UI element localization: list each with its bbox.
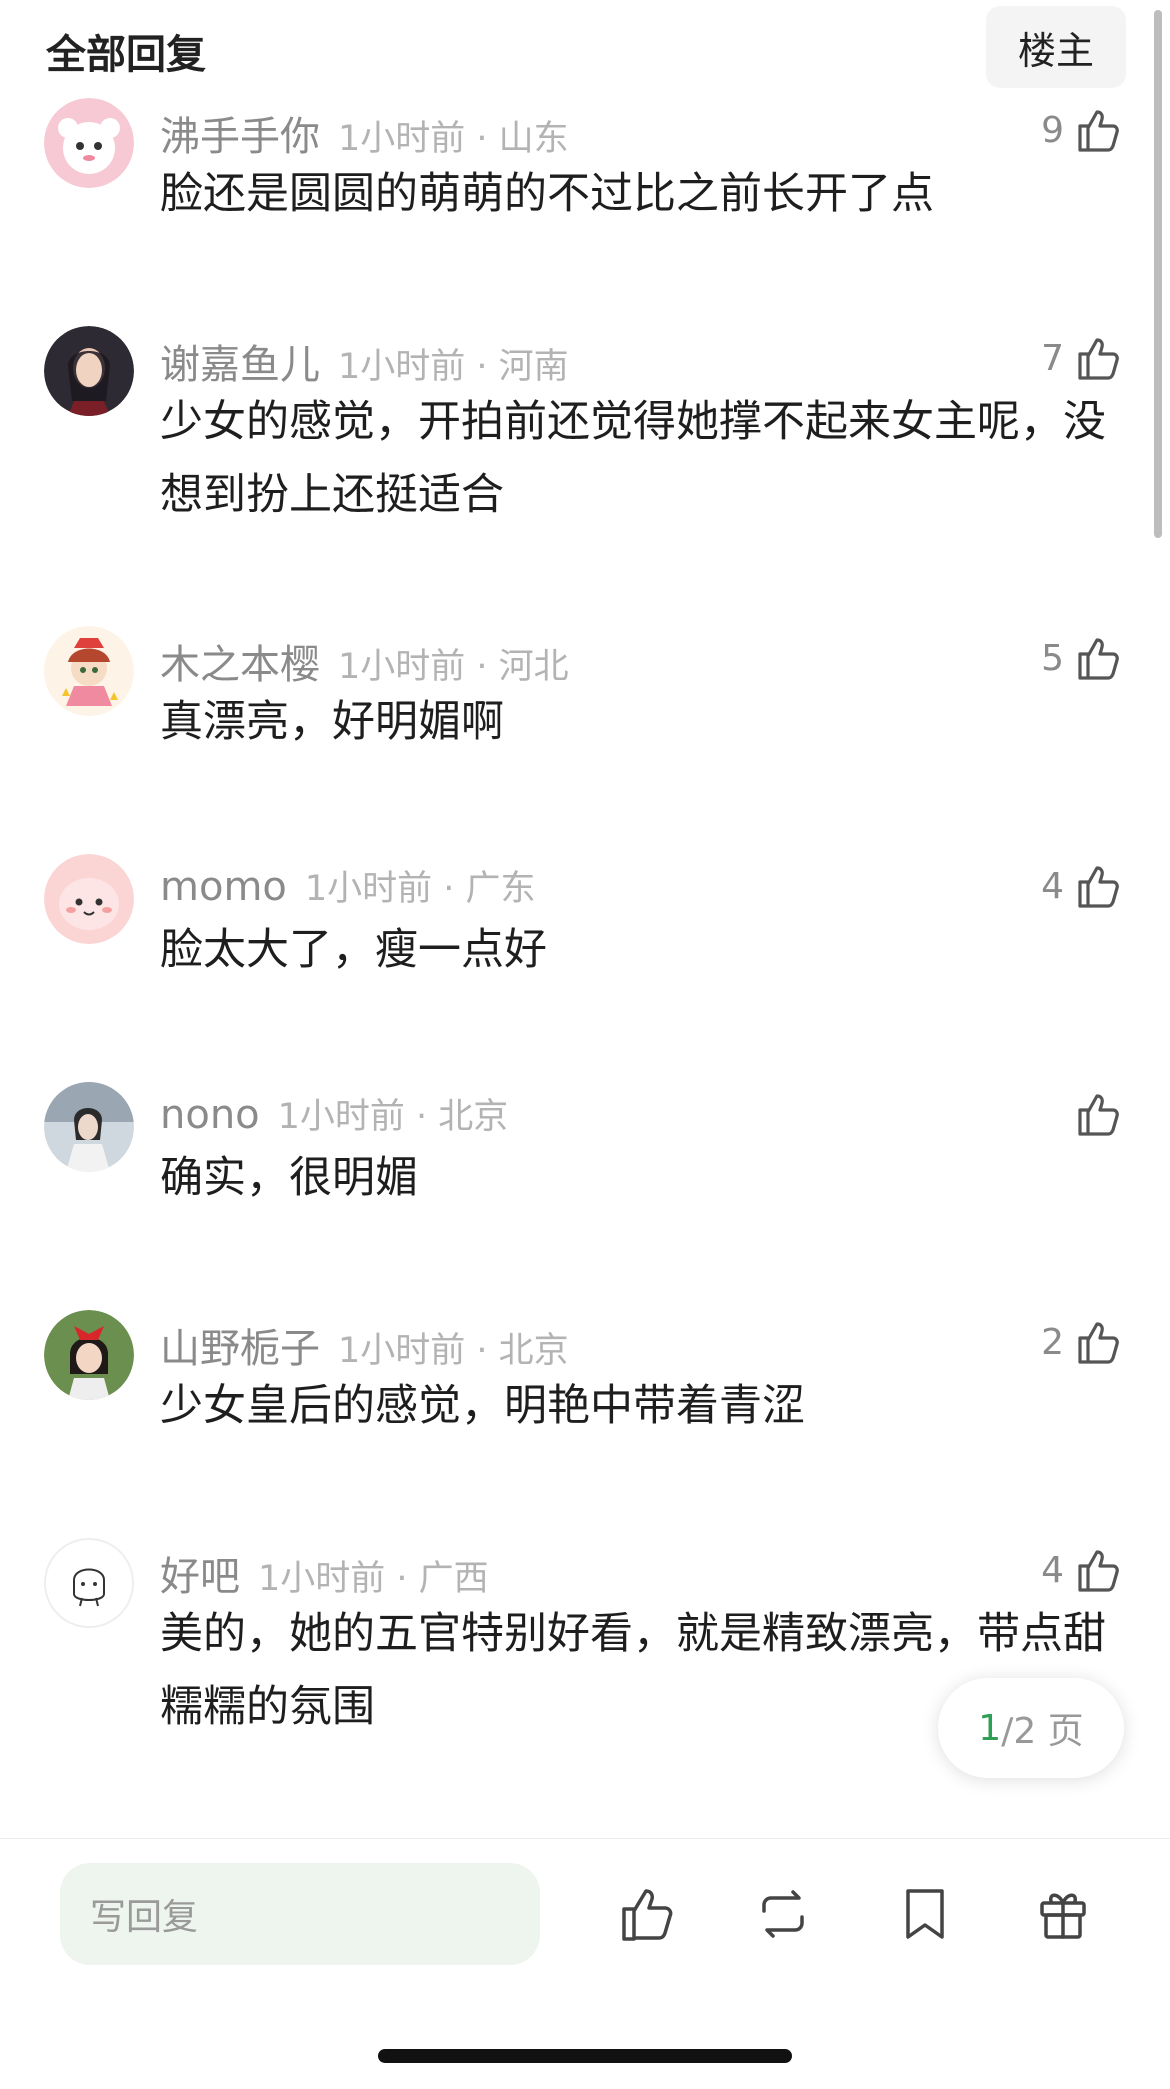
like-button[interactable]: 7 bbox=[1041, 332, 1124, 384]
avatar[interactable] bbox=[44, 1538, 134, 1628]
username[interactable]: momo bbox=[160, 864, 287, 910]
avatar[interactable] bbox=[44, 98, 134, 188]
avatar[interactable] bbox=[44, 1082, 134, 1172]
bookmark-icon[interactable] bbox=[892, 1881, 958, 1947]
page-total: /2 页 bbox=[1001, 1711, 1084, 1752]
like-button[interactable]: 9 bbox=[1041, 104, 1124, 156]
comment-meta: nono 1小时前 · 北京 bbox=[160, 1088, 508, 1148]
timestamp-location: 1小时前 · 山东 bbox=[338, 119, 569, 159]
like-button[interactable]: 5 bbox=[1041, 632, 1124, 684]
like-button[interactable]: 2 bbox=[1041, 1316, 1124, 1368]
like-button[interactable]: 4 bbox=[1041, 1544, 1124, 1596]
reply-input[interactable]: 写回复 bbox=[60, 1863, 540, 1965]
username[interactable]: 木之本樱 bbox=[160, 632, 320, 690]
thumbs-up-icon bbox=[1078, 866, 1119, 908]
owner-only-button[interactable]: 楼主 bbox=[986, 6, 1126, 88]
username[interactable]: 山野栀子 bbox=[160, 1316, 320, 1374]
like-count: 5 bbox=[1041, 637, 1064, 679]
scrollbar[interactable] bbox=[1154, 10, 1162, 538]
like-count: 2 bbox=[1041, 1321, 1064, 1363]
comment-text: 少女皇后的感觉，明艳中带着青涩 bbox=[160, 1381, 805, 1431]
thumbs-up-icon bbox=[1078, 1550, 1119, 1592]
comment-meta: 沸手手你 1小时前 · 山东 bbox=[160, 104, 569, 164]
like-count: 7 bbox=[1041, 337, 1064, 379]
comment-meta: 山野栀子 1小时前 · 北京 bbox=[160, 1316, 569, 1376]
page-title: 全部回复 bbox=[46, 32, 206, 78]
thumbs-up-icon bbox=[1078, 638, 1119, 680]
comment-meta: 木之本樱 1小时前 · 河北 bbox=[160, 632, 569, 692]
comment-text: 确实，很明媚 bbox=[160, 1153, 418, 1203]
comment-text: 真漂亮，好明媚啊 bbox=[160, 697, 504, 747]
comment-meta: 谢嘉鱼儿 1小时前 · 河南 bbox=[160, 332, 569, 392]
like-count: 9 bbox=[1041, 109, 1064, 151]
avatar[interactable] bbox=[44, 1310, 134, 1400]
timestamp-location: 1小时前 · 河北 bbox=[338, 647, 569, 687]
header: 全部回复 楼主 bbox=[0, 0, 1170, 100]
like-count: 4 bbox=[1041, 1549, 1064, 1591]
repost-icon[interactable] bbox=[750, 1881, 816, 1947]
page-current: 1 bbox=[978, 1707, 1002, 1749]
timestamp-location: 1小时前 · 河南 bbox=[338, 347, 569, 387]
avatar[interactable] bbox=[44, 854, 134, 944]
thumbs-up-icon[interactable] bbox=[614, 1881, 680, 1947]
username[interactable]: 谢嘉鱼儿 bbox=[160, 332, 320, 390]
avatar[interactable] bbox=[44, 326, 134, 416]
timestamp-location: 1小时前 · 广西 bbox=[258, 1559, 489, 1599]
comment-text: 脸还是圆圆的萌萌的不过比之前长开了点 bbox=[160, 169, 934, 219]
thumbs-up-icon bbox=[1078, 338, 1119, 380]
like-button[interactable]: 4 bbox=[1041, 860, 1124, 912]
home-indicator[interactable] bbox=[378, 2049, 792, 2063]
timestamp-location: 1小时前 · 广东 bbox=[304, 869, 536, 909]
like-count: 4 bbox=[1041, 865, 1064, 907]
timestamp-location: 1小时前 · 北京 bbox=[277, 1097, 509, 1137]
comment-meta: 好吧 1小时前 · 广西 bbox=[160, 1544, 489, 1604]
gift-icon[interactable] bbox=[1030, 1881, 1096, 1947]
username[interactable]: 好吧 bbox=[160, 1544, 240, 1602]
timestamp-location: 1小时前 · 北京 bbox=[338, 1331, 569, 1371]
username[interactable]: nono bbox=[160, 1092, 260, 1138]
thumbs-up-icon bbox=[1078, 1094, 1119, 1136]
like-button[interactable] bbox=[1064, 1088, 1124, 1140]
comment-meta: momo 1小时前 · 广东 bbox=[160, 860, 536, 920]
thumbs-up-icon bbox=[1078, 110, 1119, 152]
avatar[interactable] bbox=[44, 626, 134, 716]
thumbs-up-icon bbox=[1078, 1322, 1119, 1364]
username[interactable]: 沸手手你 bbox=[160, 104, 320, 162]
page-indicator[interactable]: 1/2 页 bbox=[938, 1678, 1124, 1778]
comment-text: 脸太大了，瘦一点好 bbox=[160, 925, 547, 975]
comment-text: 少女的感觉，开拍前还觉得她撑不起来女主呢，没想到扮上还挺适合 bbox=[160, 397, 1106, 520]
bottom-bar: 写回复 bbox=[0, 1838, 1170, 2089]
